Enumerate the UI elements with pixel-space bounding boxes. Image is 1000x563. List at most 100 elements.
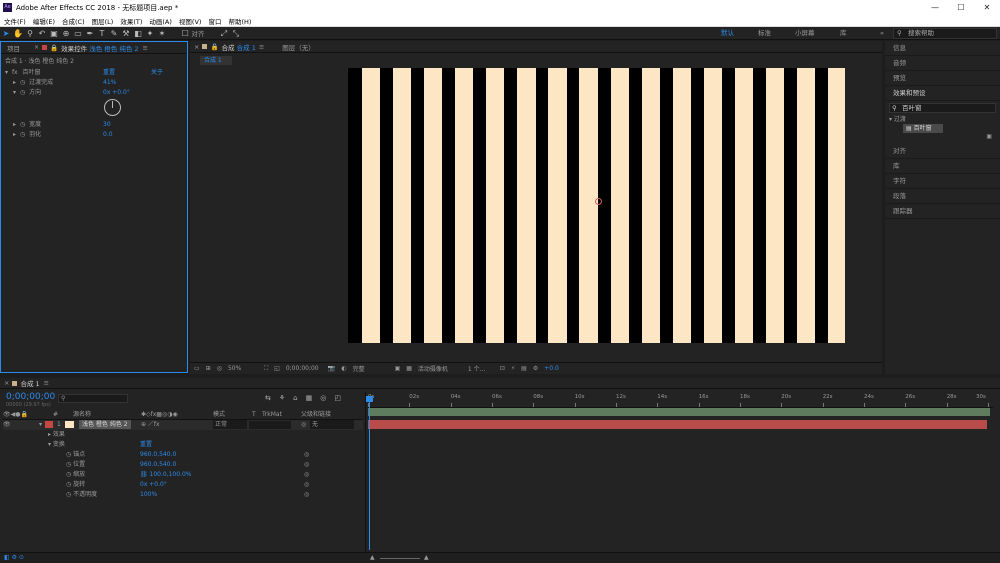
- new-preset-icon[interactable]: ▣: [885, 133, 1000, 144]
- menu-animation[interactable]: 动画(A): [149, 16, 172, 26]
- prop-value[interactable]: 100%: [140, 490, 157, 499]
- eraser-tool-icon[interactable]: ◧: [132, 28, 144, 39]
- effects-group-transition[interactable]: ▾ 过渡: [885, 115, 1000, 124]
- work-area-bar[interactable]: [368, 408, 990, 416]
- transform-group-row[interactable]: ▾ 变换 重置: [48, 440, 368, 449]
- panel-libraries[interactable]: 库: [885, 159, 1000, 174]
- tab-layer[interactable]: 图层（无）: [282, 42, 315, 52]
- effects-result-item[interactable]: ▤ 百叶窗: [903, 124, 943, 133]
- clone-tool-icon[interactable]: ⚒: [120, 28, 132, 39]
- snap-icon[interactable]: ⤢: [218, 28, 230, 39]
- label-swatch[interactable]: [45, 421, 53, 428]
- toggle-switches-icon[interactable]: ◧ ⚙ ⊙: [4, 554, 24, 561]
- prop-value[interactable]: ⛓ 100.0,100.0%: [140, 470, 192, 479]
- camera-tool-icon[interactable]: ▣: [48, 28, 60, 39]
- expression-pickwhip-icon[interactable]: ◎: [304, 480, 309, 489]
- workspace-library[interactable]: 库: [840, 27, 847, 40]
- fx-badge[interactable]: fx: [12, 69, 18, 76]
- comp-breadcrumb-chip[interactable]: 合成 1: [200, 56, 232, 65]
- frame-blending-icon[interactable]: ▦: [306, 394, 313, 404]
- selection-tool-icon[interactable]: ➤: [0, 28, 12, 39]
- menu-window[interactable]: 窗口: [208, 16, 221, 26]
- panel-character[interactable]: 字符: [885, 174, 1000, 189]
- safe-zones-icon[interactable]: ⊞: [206, 365, 211, 372]
- prop-value[interactable]: 0.0: [103, 130, 113, 139]
- pan-behind-tool-icon[interactable]: ⊕: [60, 28, 72, 39]
- exposure-value[interactable]: +0.0: [544, 365, 559, 372]
- panel-audio[interactable]: 音频: [885, 56, 1000, 71]
- hand-tool-icon[interactable]: ✋: [12, 28, 24, 39]
- region-icon[interactable]: ◱: [274, 365, 280, 372]
- zoom-in-icon[interactable]: ▲: [424, 554, 429, 561]
- region-of-interest-icon[interactable]: ▣: [395, 365, 401, 372]
- stopwatch-icon[interactable]: ◷: [20, 89, 25, 96]
- time-ruler[interactable]: 0s02s04s06s08s10s12s14s16s18s20s22s24s26…: [368, 394, 993, 408]
- timeline-icon[interactable]: ▤: [521, 365, 527, 372]
- expand-icon[interactable]: ▸: [13, 121, 16, 128]
- layer-duration-bar[interactable]: [368, 420, 987, 429]
- pen-tool-icon[interactable]: ✒: [84, 28, 96, 39]
- col-source-name[interactable]: 源名称: [73, 410, 91, 419]
- puppet-tool-icon[interactable]: ✶: [156, 28, 168, 39]
- expand-icon[interactable]: ▸: [13, 131, 16, 138]
- menu-layer[interactable]: 图层(L): [92, 16, 114, 26]
- effect-row-venetian-blinds[interactable]: ▾ fx 百叶窗 重置 关于: [5, 68, 185, 77]
- menu-composition[interactable]: 合成(C): [62, 16, 85, 26]
- panel-effects-presets[interactable]: 效果和预设: [885, 86, 1000, 101]
- timeline-search-input[interactable]: ⚲: [58, 394, 128, 403]
- expand-icon[interactable]: ▾: [39, 420, 42, 429]
- toggle-pixel-icon[interactable]: ⊡: [500, 365, 505, 372]
- comp-mini-flowchart-icon[interactable]: ⇆: [265, 394, 271, 404]
- tab-timeline-comp[interactable]: 合成 1: [20, 378, 39, 388]
- panel-menu-icon[interactable]: ≡: [259, 43, 264, 51]
- close-tab-icon[interactable]: ×: [194, 43, 199, 51]
- mask-tool-icon[interactable]: ▭: [72, 28, 84, 39]
- expression-pickwhip-icon[interactable]: ◎: [304, 470, 309, 479]
- effects-group-row[interactable]: ▸ 效果: [48, 430, 65, 439]
- mask-toggle-icon[interactable]: ◎: [217, 365, 222, 372]
- parent-pickwhip-icon[interactable]: ◎: [301, 420, 306, 429]
- parent-dropdown[interactable]: 无: [310, 420, 354, 429]
- prop-value[interactable]: 0x +0.0°: [140, 480, 167, 489]
- workspace-standard[interactable]: 标准: [758, 27, 771, 40]
- prop-value[interactable]: 960.0,540.0: [140, 450, 176, 459]
- prop-value[interactable]: 41%: [103, 78, 116, 87]
- fit-icon[interactable]: ⛶: [264, 365, 268, 373]
- transparency-grid-icon[interactable]: ▦: [406, 365, 412, 372]
- expand-icon[interactable]: ▾: [13, 89, 16, 96]
- prop-value[interactable]: 960.0,540.0: [140, 460, 176, 469]
- visibility-icon[interactable]: 👁: [3, 421, 11, 428]
- blend-mode-dropdown[interactable]: 正常: [213, 420, 247, 429]
- menu-edit[interactable]: 编辑(E): [33, 16, 55, 26]
- panel-menu-icon[interactable]: ≡: [44, 379, 49, 387]
- zoom-tool-icon[interactable]: ⚲: [24, 28, 36, 39]
- timecode-display[interactable]: 0;00;00;00: [286, 365, 322, 372]
- expression-pickwhip-icon[interactable]: ◎: [304, 450, 309, 459]
- zoom-slider[interactable]: [380, 558, 420, 559]
- panel-menu-icon[interactable]: ≡: [143, 44, 148, 52]
- menu-effect[interactable]: 效果(T): [120, 16, 142, 26]
- anchor-point-icon[interactable]: [595, 198, 602, 205]
- playhead-icon[interactable]: [366, 396, 373, 402]
- close-button[interactable]: ✕: [974, 0, 1000, 15]
- motion-blur-icon[interactable]: ◎: [320, 394, 326, 404]
- layer-row[interactable]: 👁 ▾ 1 浅色 橙色 纯色 2 ⊕ ／fx 正常 ◎ 无: [3, 420, 363, 430]
- align-checkbox[interactable]: ☐ 对齐: [168, 28, 218, 39]
- camera-dropdown[interactable]: 活动摄像机: [418, 364, 462, 373]
- prop-value[interactable]: 0x +0.0°: [103, 88, 130, 97]
- reset-link[interactable]: 重置: [103, 68, 115, 77]
- panel-align[interactable]: 对齐: [885, 144, 1000, 159]
- prop-value[interactable]: 30: [103, 120, 111, 129]
- rotate-tool-icon[interactable]: ↶: [36, 28, 48, 39]
- stopwatch-icon[interactable]: ◷: [20, 121, 25, 128]
- expand-icon[interactable]: ▾: [5, 69, 8, 76]
- expression-pickwhip-icon[interactable]: ◎: [304, 490, 309, 499]
- fast-preview-icon[interactable]: ⚡: [511, 365, 515, 372]
- menu-file[interactable]: 文件(F): [4, 16, 26, 26]
- timeline-timecode[interactable]: 0;00;00;00: [6, 392, 55, 402]
- stopwatch-icon[interactable]: ◷: [20, 79, 25, 86]
- flowchart-icon[interactable]: ⚙: [533, 365, 538, 372]
- views-dropdown[interactable]: 1 个...: [468, 364, 494, 373]
- zoom-dropdown[interactable]: 50%: [228, 365, 258, 372]
- expression-pickwhip-icon[interactable]: ◎: [304, 460, 309, 469]
